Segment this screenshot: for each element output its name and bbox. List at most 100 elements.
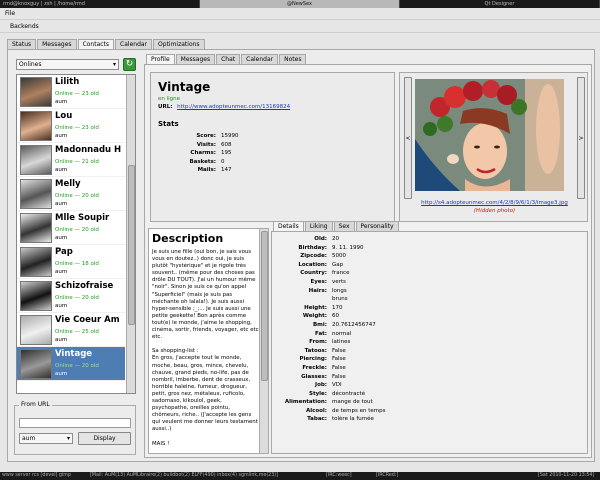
contact-name: Vintage xyxy=(55,349,93,359)
contact-list[interactable]: Lilith Online — 23 old aum Lou Online — 23 o… xyxy=(16,74,136,394)
contact-item[interactable]: Mlle Soupir Online — 20 old aum xyxy=(17,211,125,245)
backend-select[interactable]: aum xyxy=(19,433,73,444)
profile-name: Vintage xyxy=(158,80,211,94)
tab-status[interactable]: Status xyxy=(7,39,37,49)
menu-backends[interactable]: Backends xyxy=(10,23,39,30)
contact-item[interactable]: Madonnadu H Online — 21 old aum xyxy=(17,143,125,177)
detail-label: Old: xyxy=(314,236,327,242)
tab-sex[interactable]: Sex xyxy=(333,221,355,231)
contact-item[interactable]: Lou Online — 23 old aum xyxy=(17,109,125,143)
tab-profile-messages[interactable]: Messages xyxy=(175,54,216,64)
stat-value: 608 xyxy=(221,141,232,148)
detail-label: Country: xyxy=(300,270,327,277)
tab-profile-calendar[interactable]: Calendar xyxy=(241,54,279,64)
stat-label: Mails: xyxy=(197,167,216,174)
detail-label: Glasses: xyxy=(301,373,327,380)
contact-name: Mlle Soupir xyxy=(55,213,110,223)
contact-item[interactable]: Schizofraise Online — 20 old aum xyxy=(17,279,125,313)
contact-avatar xyxy=(20,281,52,311)
contact-item[interactable]: Vie Coeur Am Online — 25 old aum xyxy=(17,313,125,347)
detail-row: Fat: normal xyxy=(272,330,587,339)
tab-messages[interactable]: Messages xyxy=(37,39,77,49)
detail-label: Job: xyxy=(315,382,327,389)
profile-url-link[interactable]: http://www.adopteunmec.com/13169824 xyxy=(177,104,290,110)
contact-avatar xyxy=(20,315,52,345)
detail-row: Bmi: 20.7612456747 xyxy=(272,321,587,330)
contact-backend: aum xyxy=(55,371,68,377)
tab-personality[interactable]: Personality xyxy=(355,221,399,231)
contact-status: Online — 25 old xyxy=(55,329,99,335)
detail-row: Eyes: verts xyxy=(272,278,587,287)
scrollbar-thumb[interactable] xyxy=(128,165,135,325)
next-photo-button[interactable]: > xyxy=(577,77,585,199)
contact-backend: aum xyxy=(55,167,68,173)
detail-row: Weight: 60 xyxy=(272,312,587,321)
detail-row: Country: france xyxy=(272,269,587,278)
refresh-icon[interactable]: ↻ xyxy=(123,58,136,71)
detail-label: Eyes: xyxy=(310,278,327,285)
photo-link[interactable]: http://s4.adopteunmec.com/4/2/8/9/6/1/3/… xyxy=(400,200,589,206)
stat-label: Baskets: xyxy=(189,158,216,165)
detail-value: france xyxy=(332,270,350,277)
detail-value: décontracté xyxy=(332,390,366,397)
display-button[interactable]: Display xyxy=(78,432,131,445)
stat-value: 147 xyxy=(221,167,232,174)
detail-label: Freckle: xyxy=(302,364,327,371)
contact-name: Lilith xyxy=(55,77,80,87)
taskbar: rmd@knoxguy | zsh | /home/rmd @NewSex Qt… xyxy=(0,0,600,8)
detail-row: Glasses: False xyxy=(272,373,587,382)
stat-value: 15990 xyxy=(221,133,239,139)
menu-file[interactable]: File xyxy=(5,10,15,17)
contact-avatar xyxy=(20,145,52,175)
stat-label: Visits: xyxy=(196,141,216,148)
detail-label: Zipcode: xyxy=(300,253,327,260)
url-input[interactable] xyxy=(19,418,131,428)
description-scrollbar[interactable] xyxy=(259,229,268,453)
stat-row: Baskets: 0 xyxy=(151,158,291,167)
contact-name: Melly xyxy=(55,179,81,189)
details-panel: Old: 20 Birthday: 9. 11. 1990 Zipcode: 5000 Lo… xyxy=(271,231,588,454)
detail-label: Birthday: xyxy=(298,244,327,251)
contact-item[interactable]: Vintage Online — 20 old aum xyxy=(17,347,125,381)
taskbar-item[interactable]: Qt Designer xyxy=(400,0,600,8)
detail-value: 20 xyxy=(332,236,339,242)
contact-item[interactable]: Melly Online — 20 old aum xyxy=(17,177,125,211)
status-irc-red: [IRCRed:] xyxy=(376,473,399,478)
detail-label: Weight: xyxy=(302,313,327,320)
tab-chat[interactable]: Chat xyxy=(216,54,241,64)
tab-calendar[interactable]: Calendar xyxy=(115,39,153,49)
contact-status: Online — 21 old xyxy=(55,159,99,165)
detail-value: mange de tout xyxy=(332,399,373,406)
contact-avatar xyxy=(20,247,52,277)
contact-status: Online — 23 old xyxy=(55,91,99,97)
tab-notes[interactable]: Notes xyxy=(279,54,307,64)
detail-label: Location: xyxy=(298,261,327,268)
prev-photo-button[interactable]: < xyxy=(404,77,412,199)
profile-photo xyxy=(415,79,564,191)
detail-row: Freckle: False xyxy=(272,364,587,373)
contact-item[interactable]: Lilith Online — 23 old aum xyxy=(17,75,125,109)
hidden-photo-label: (Hidden photo) xyxy=(473,208,516,214)
detail-label: Hairs: xyxy=(308,287,327,294)
app-window: File Backends Status Messages Contacts C… xyxy=(0,8,600,472)
filter-combo[interactable]: Onlines xyxy=(16,59,119,70)
detail-value: latines xyxy=(332,339,351,346)
detail-value: 170 xyxy=(332,304,343,311)
profile-status: en ligne xyxy=(158,96,181,102)
tab-liking[interactable]: Liking xyxy=(304,221,333,231)
contact-backend: aum xyxy=(55,235,68,241)
contact-list-scrollbar[interactable] xyxy=(126,75,135,393)
contact-avatar xyxy=(20,349,52,379)
status-left: www server rcs [devel] gimp xyxy=(2,473,72,478)
scrollbar-thumb[interactable] xyxy=(261,231,268,381)
tab-optimizations[interactable]: Optimizations xyxy=(153,39,205,49)
contact-item[interactable]: Pap Online — 18 old aum xyxy=(17,245,125,279)
description-title: Description xyxy=(152,232,224,245)
taskbar-item-active[interactable]: @NewSex xyxy=(200,0,400,8)
taskbar-item[interactable]: rmd@knoxguy | zsh | /home/rmd xyxy=(0,0,200,8)
detail-value: 9. 11. 1990 xyxy=(332,244,364,251)
description-text: Je suis une fille (oui bon, je sais vous… xyxy=(152,249,259,447)
detail-row: Zipcode: 5000 xyxy=(272,252,587,261)
detail-value: Gap xyxy=(332,261,344,268)
stat-value: 195 xyxy=(221,150,232,157)
